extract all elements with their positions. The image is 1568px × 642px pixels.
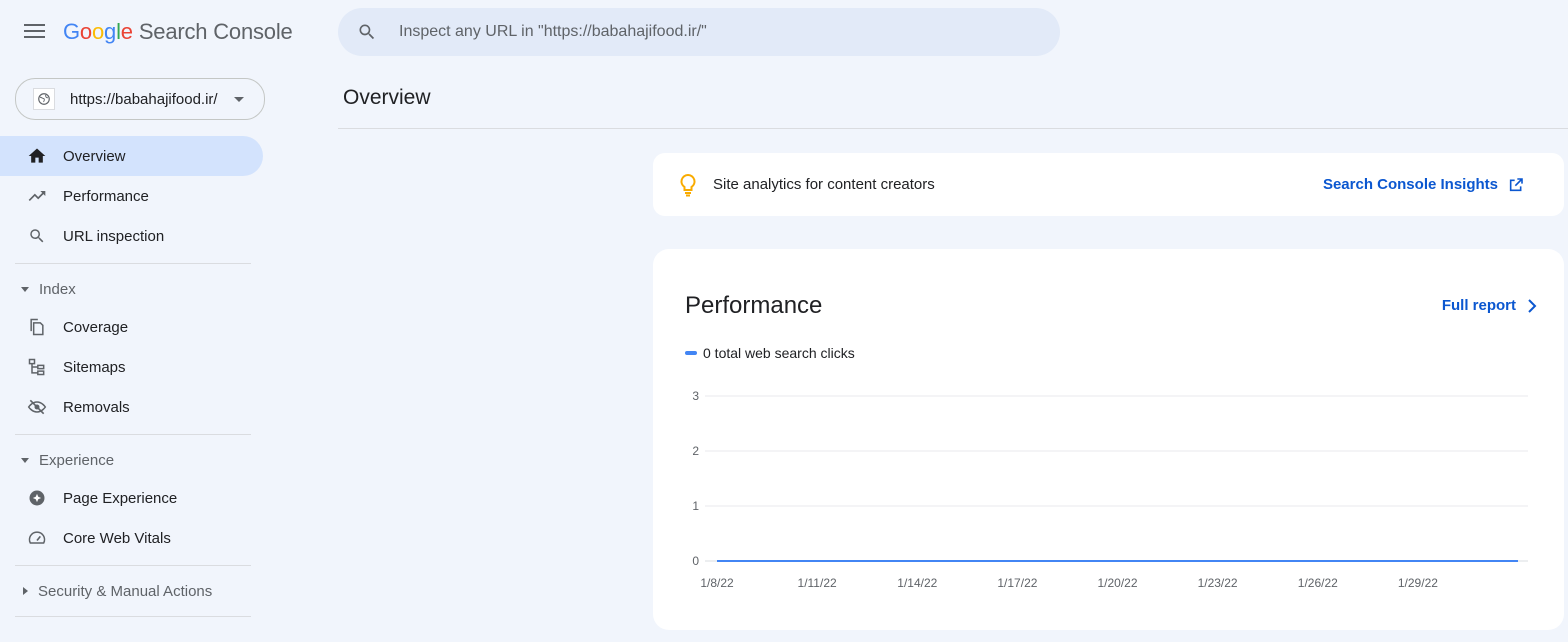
sidebar-nav: Overview Performance URL inspection Inde…	[0, 136, 263, 624]
performance-card: Performance Full report 0 total web sear…	[653, 249, 1564, 630]
property-selector[interactable]: https://babahajifood.ir/	[15, 78, 265, 120]
sidebar-item-removals[interactable]: Removals	[0, 387, 263, 427]
insights-text: Site analytics for content creators	[713, 176, 935, 193]
trending-up-icon	[27, 186, 47, 206]
insights-card: Site analytics for content creators Sear…	[653, 153, 1564, 216]
logo-letter: o	[79, 19, 92, 44]
section-experience-toggle[interactable]: Experience	[0, 442, 263, 478]
product-name: Search Console	[138, 19, 293, 44]
sidebar-item-coverage[interactable]: Coverage	[0, 307, 263, 347]
collapse-arrow-icon	[23, 587, 28, 595]
section-security-toggle[interactable]: Security & Manual Actions	[0, 573, 263, 609]
url-inspection-search[interactable]	[338, 8, 1060, 56]
logo-letter: g	[104, 19, 117, 44]
property-url: https://babahajifood.ir/	[70, 90, 218, 108]
x-tick-label: 1/29/22	[1398, 576, 1438, 590]
section-label: Security & Manual Actions	[38, 582, 213, 600]
section-label: Index	[39, 280, 76, 298]
x-tick-label: 1/26/22	[1298, 576, 1338, 590]
sidebar-item-label: Overview	[63, 147, 126, 165]
y-tick-label: 3	[692, 389, 699, 403]
sidebar-item-label: Core Web Vitals	[63, 529, 171, 547]
home-icon	[27, 146, 47, 166]
sidebar-item-label: Page Experience	[63, 489, 178, 507]
sidebar-item-sitemaps[interactable]: Sitemaps	[0, 347, 263, 387]
logo-letter: o	[91, 19, 105, 44]
x-tick-label: 1/11/22	[798, 576, 837, 590]
sidebar-item-label: Performance	[63, 187, 149, 205]
page-experience-icon	[27, 488, 47, 508]
insights-link-label: Search Console Insights	[1322, 176, 1498, 193]
sidebar-item-page-experience[interactable]: Page Experience	[0, 478, 263, 518]
search-icon	[359, 24, 375, 40]
search-icon	[27, 226, 47, 246]
google-wordmark: Google	[63, 19, 133, 44]
sidebar-item-url-inspection[interactable]: URL inspection	[0, 216, 263, 256]
sidebar-item-core-web-vitals[interactable]: Core Web Vitals	[0, 518, 263, 558]
globe-icon	[33, 88, 55, 110]
open-in-new-icon	[1509, 177, 1523, 191]
sidebar-divider	[15, 565, 251, 566]
sidebar-item-label: Sitemaps	[63, 358, 126, 376]
sidebar-divider	[15, 434, 251, 435]
sidebar-item-performance[interactable]: Performance	[0, 176, 263, 216]
sidebar-item-overview[interactable]: Overview	[0, 136, 263, 176]
x-tick-label: 1/14/22	[897, 576, 937, 590]
performance-chart: 0 1 2 3 1/8/22 1/11/22 1/14/22 1/17/22 1/20/22 1/…	[692, 389, 1528, 590]
section-label: Experience	[39, 451, 115, 469]
sitemap-icon	[27, 357, 47, 377]
title-divider	[338, 128, 1568, 129]
expand-arrow-icon	[21, 286, 29, 292]
visibility-off-icon	[27, 397, 47, 417]
speed-gauge-icon	[27, 528, 47, 548]
section-index-toggle[interactable]: Index	[0, 271, 263, 307]
y-tick-label: 1	[692, 499, 699, 513]
y-tick-label: 2	[692, 444, 699, 458]
y-tick-label: 0	[692, 554, 699, 568]
x-tick-label: 1/17/22	[997, 576, 1037, 590]
search-console-insights-link[interactable]: Search Console Insights	[1323, 176, 1524, 193]
main-menu-button[interactable]	[24, 22, 45, 40]
dropdown-caret-icon	[234, 96, 244, 102]
sidebar-divider	[15, 263, 251, 264]
search-console-logo[interactable]: Google Search Console	[63, 19, 293, 45]
x-tick-label: 1/8/22	[700, 576, 734, 590]
x-tick-label: 1/23/22	[1198, 576, 1238, 590]
sidebar-divider	[15, 616, 251, 617]
sidebar-item-label: URL inspection	[63, 227, 165, 245]
sidebar-item-label: Removals	[63, 398, 130, 416]
x-tick-label: 1/20/22	[1097, 576, 1137, 590]
logo-letter: G	[63, 19, 80, 44]
expand-arrow-icon	[21, 457, 29, 463]
sidebar-item-label: Coverage	[63, 318, 129, 336]
url-inspection-input[interactable]	[397, 22, 1001, 42]
page-title: Overview	[343, 86, 431, 109]
logo-letter: e	[120, 19, 133, 44]
file-copy-icon	[27, 317, 47, 337]
lightbulb-icon	[680, 173, 696, 196]
